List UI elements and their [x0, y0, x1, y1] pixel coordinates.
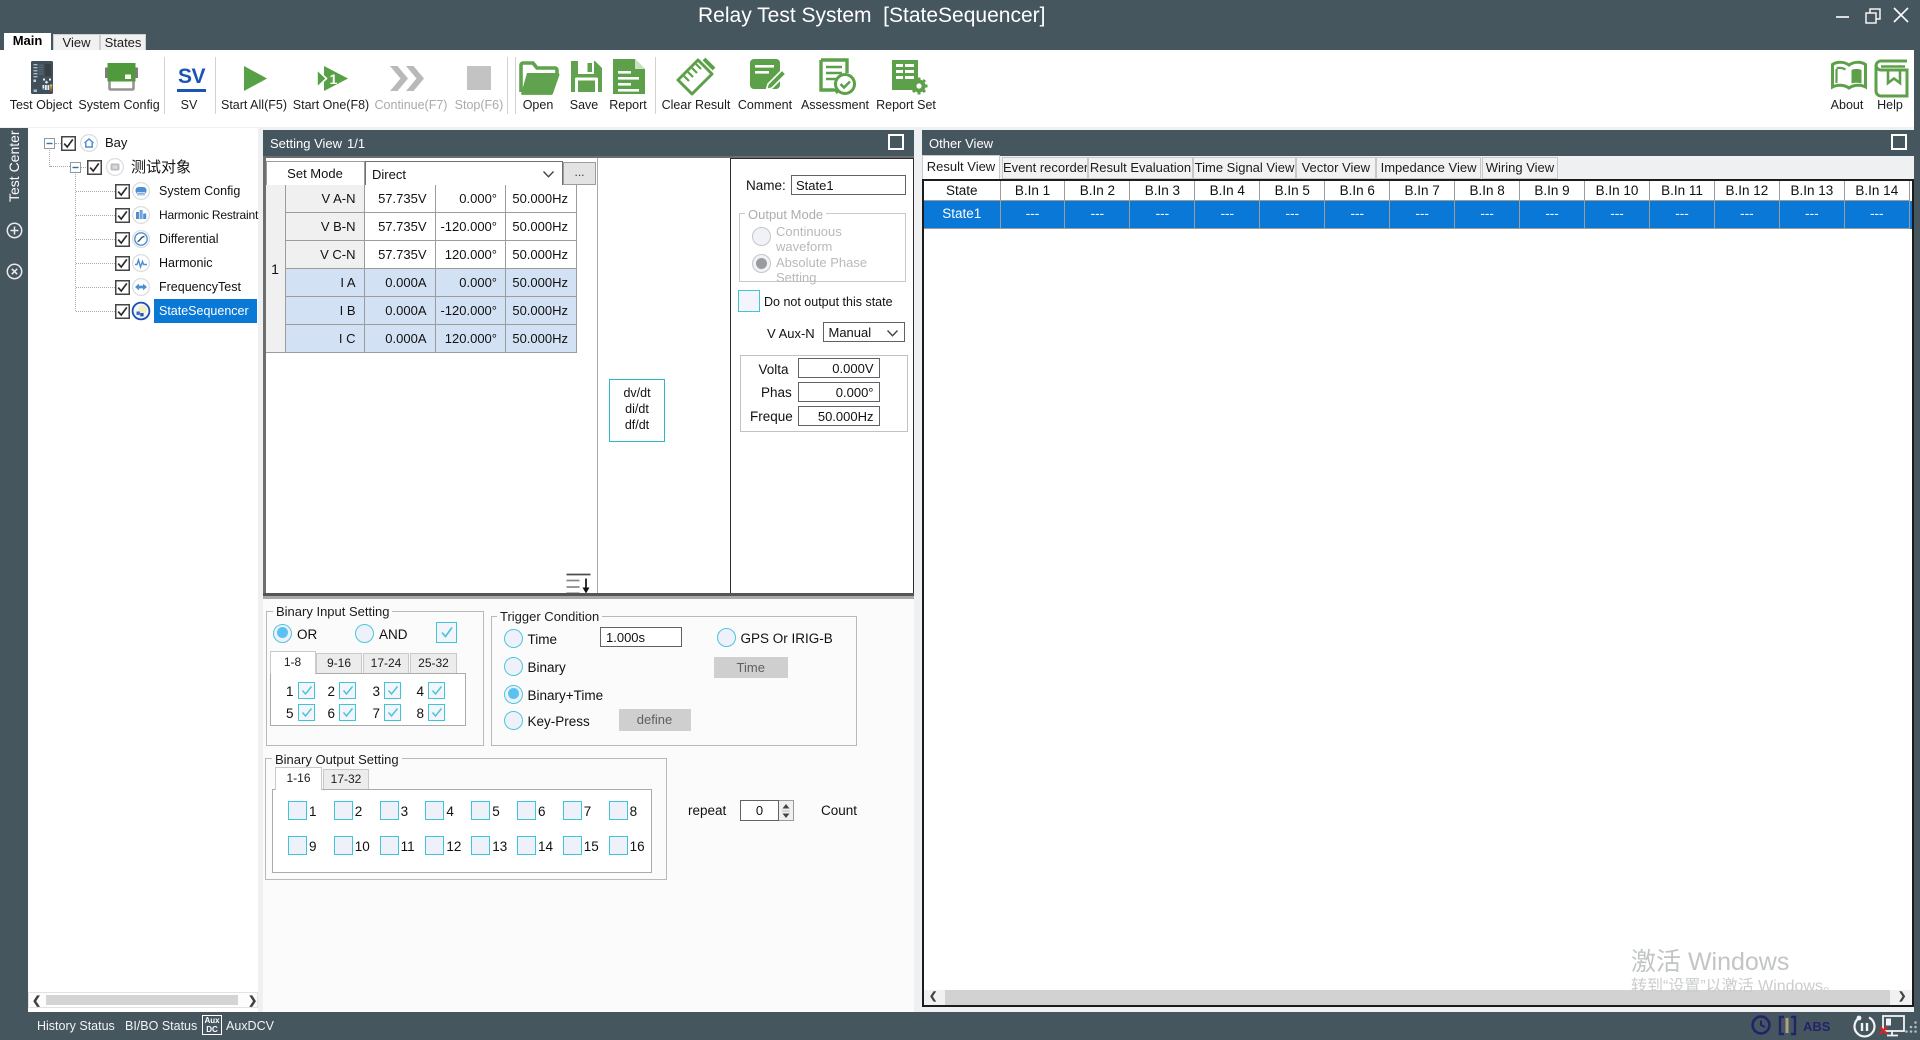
svg-text:1: 1: [330, 71, 338, 87]
